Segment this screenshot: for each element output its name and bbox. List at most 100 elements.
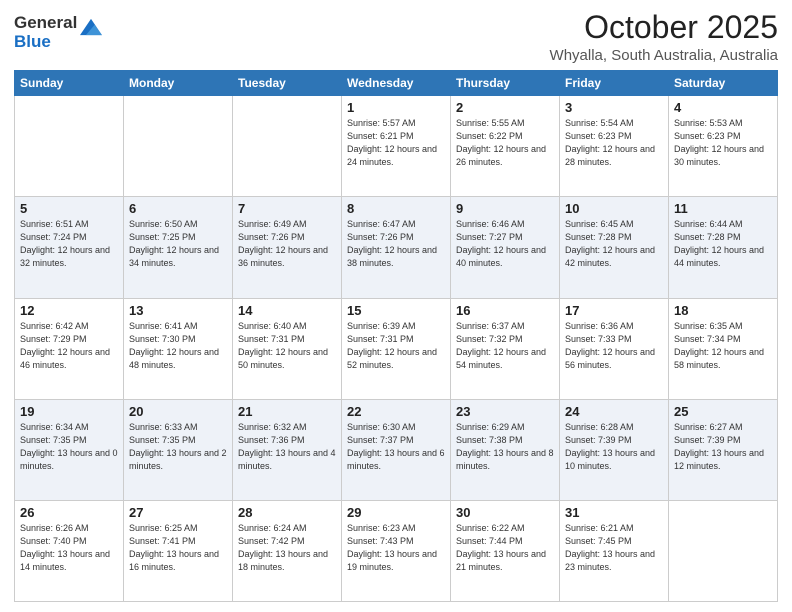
calendar-cell xyxy=(124,96,233,197)
header-row: Sunday Monday Tuesday Wednesday Thursday… xyxy=(15,71,778,96)
week-row-3: 12 Sunrise: 6:42 AM Sunset: 7:29 PM Dayli… xyxy=(15,298,778,399)
day-number: 22 xyxy=(347,404,445,419)
logo-blue: Blue xyxy=(14,33,77,52)
th-friday: Friday xyxy=(560,71,669,96)
logo-general: General xyxy=(14,14,77,33)
calendar-cell: 2 Sunrise: 5:55 AM Sunset: 6:22 PM Daylig… xyxy=(451,96,560,197)
day-info: Sunrise: 6:49 AM Sunset: 7:26 PM Dayligh… xyxy=(238,218,336,270)
calendar-cell: 15Sunrise: 6:39 AM Sunset: 7:31 PM Dayli… xyxy=(342,298,451,399)
calendar-cell: 26Sunrise: 6:26 AM Sunset: 7:40 PM Dayli… xyxy=(15,500,124,601)
day-info: Sunrise: 6:40 AM Sunset: 7:31 PM Dayligh… xyxy=(238,320,336,372)
calendar-table: Sunday Monday Tuesday Wednesday Thursday… xyxy=(14,70,778,602)
day-number: 30 xyxy=(456,505,554,520)
day-number: 10 xyxy=(565,201,663,216)
month-title: October 2025 xyxy=(550,10,778,45)
day-number: 17 xyxy=(565,303,663,318)
day-info: Sunrise: 6:30 AM Sunset: 7:37 PM Dayligh… xyxy=(347,421,445,473)
calendar-cell: 20 Sunrise: 6:33 AM Sunset: 7:35 PM Dayli… xyxy=(124,399,233,500)
day-info: Sunrise: 6:21 AM Sunset: 7:45 PM Dayligh… xyxy=(565,522,663,574)
calendar-cell: 5 Sunrise: 6:51 AM Sunset: 7:24 PM Daylig… xyxy=(15,197,124,298)
day-info: Sunrise: 6:25 AM Sunset: 7:41 PM Dayligh… xyxy=(129,522,227,574)
day-number: 8 xyxy=(347,201,445,216)
day-info: Sunrise: 5:57 AM Sunset: 6:21 PM Dayligh… xyxy=(347,117,445,169)
calendar-cell: 23 Sunrise: 6:29 AM Sunset: 7:38 PM Dayli… xyxy=(451,399,560,500)
header: General Blue October 2025 Whyalla, South… xyxy=(14,10,778,64)
calendar-cell xyxy=(233,96,342,197)
day-info: Sunrise: 6:29 AM Sunset: 7:38 PM Dayligh… xyxy=(456,421,554,473)
day-info: Sunrise: 6:50 AM Sunset: 7:25 PM Dayligh… xyxy=(129,218,227,270)
logo-icon xyxy=(80,16,102,38)
th-monday: Monday xyxy=(124,71,233,96)
day-number: 18 xyxy=(674,303,772,318)
calendar-cell: 16 Sunrise: 6:37 AM Sunset: 7:32 PM Dayli… xyxy=(451,298,560,399)
day-number: 6 xyxy=(129,201,227,216)
day-info: Sunrise: 6:27 AM Sunset: 7:39 PM Dayligh… xyxy=(674,421,772,473)
day-number: 26 xyxy=(20,505,118,520)
day-info: Sunrise: 6:37 AM Sunset: 7:32 PM Dayligh… xyxy=(456,320,554,372)
day-info: Sunrise: 6:32 AM Sunset: 7:36 PM Dayligh… xyxy=(238,421,336,473)
calendar-cell: 4 Sunrise: 5:53 AM Sunset: 6:23 PM Daylig… xyxy=(669,96,778,197)
day-info: Sunrise: 6:35 AM Sunset: 7:34 PM Dayligh… xyxy=(674,320,772,372)
calendar-cell: 27Sunrise: 6:25 AM Sunset: 7:41 PM Dayli… xyxy=(124,500,233,601)
day-number: 7 xyxy=(238,201,336,216)
week-row-1: 1Sunrise: 5:57 AM Sunset: 6:21 PM Daylig… xyxy=(15,96,778,197)
day-number: 28 xyxy=(238,505,336,520)
day-number: 5 xyxy=(20,201,118,216)
calendar-cell: 29Sunrise: 6:23 AM Sunset: 7:43 PM Dayli… xyxy=(342,500,451,601)
week-row-5: 26Sunrise: 6:26 AM Sunset: 7:40 PM Dayli… xyxy=(15,500,778,601)
day-number: 16 xyxy=(456,303,554,318)
th-wednesday: Wednesday xyxy=(342,71,451,96)
day-number: 23 xyxy=(456,404,554,419)
day-number: 9 xyxy=(456,201,554,216)
day-number: 3 xyxy=(565,100,663,115)
th-sunday: Sunday xyxy=(15,71,124,96)
day-info: Sunrise: 6:47 AM Sunset: 7:26 PM Dayligh… xyxy=(347,218,445,270)
calendar-cell: 11Sunrise: 6:44 AM Sunset: 7:28 PM Dayli… xyxy=(669,197,778,298)
calendar-cell: 7 Sunrise: 6:49 AM Sunset: 7:26 PM Daylig… xyxy=(233,197,342,298)
day-info: Sunrise: 6:22 AM Sunset: 7:44 PM Dayligh… xyxy=(456,522,554,574)
th-thursday: Thursday xyxy=(451,71,560,96)
calendar-cell: 30 Sunrise: 6:22 AM Sunset: 7:44 PM Dayli… xyxy=(451,500,560,601)
day-number: 31 xyxy=(565,505,663,520)
calendar-cell: 8 Sunrise: 6:47 AM Sunset: 7:26 PM Daylig… xyxy=(342,197,451,298)
calendar-cell: 10 Sunrise: 6:45 AM Sunset: 7:28 PM Dayli… xyxy=(560,197,669,298)
day-number: 14 xyxy=(238,303,336,318)
calendar-cell: 13Sunrise: 6:41 AM Sunset: 7:30 PM Dayli… xyxy=(124,298,233,399)
day-info: Sunrise: 6:46 AM Sunset: 7:27 PM Dayligh… xyxy=(456,218,554,270)
calendar-cell: 25 Sunrise: 6:27 AM Sunset: 7:39 PM Dayli… xyxy=(669,399,778,500)
day-info: Sunrise: 6:42 AM Sunset: 7:29 PM Dayligh… xyxy=(20,320,118,372)
day-info: Sunrise: 5:53 AM Sunset: 6:23 PM Dayligh… xyxy=(674,117,772,169)
day-number: 12 xyxy=(20,303,118,318)
day-info: Sunrise: 6:51 AM Sunset: 7:24 PM Dayligh… xyxy=(20,218,118,270)
calendar-cell: 1Sunrise: 5:57 AM Sunset: 6:21 PM Daylig… xyxy=(342,96,451,197)
th-saturday: Saturday xyxy=(669,71,778,96)
title-block: October 2025 Whyalla, South Australia, A… xyxy=(550,10,778,64)
day-info: Sunrise: 6:23 AM Sunset: 7:43 PM Dayligh… xyxy=(347,522,445,574)
day-info: Sunrise: 6:24 AM Sunset: 7:42 PM Dayligh… xyxy=(238,522,336,574)
day-info: Sunrise: 6:28 AM Sunset: 7:39 PM Dayligh… xyxy=(565,421,663,473)
calendar-cell xyxy=(15,96,124,197)
day-number: 11 xyxy=(674,201,772,216)
calendar-cell xyxy=(669,500,778,601)
day-info: Sunrise: 5:55 AM Sunset: 6:22 PM Dayligh… xyxy=(456,117,554,169)
calendar-cell: 3Sunrise: 5:54 AM Sunset: 6:23 PM Daylig… xyxy=(560,96,669,197)
day-number: 4 xyxy=(674,100,772,115)
calendar-cell: 17Sunrise: 6:36 AM Sunset: 7:33 PM Dayli… xyxy=(560,298,669,399)
day-number: 25 xyxy=(674,404,772,419)
calendar-cell: 31 Sunrise: 6:21 AM Sunset: 7:45 PM Dayli… xyxy=(560,500,669,601)
logo: General Blue xyxy=(14,14,102,51)
day-info: Sunrise: 6:33 AM Sunset: 7:35 PM Dayligh… xyxy=(129,421,227,473)
page: General Blue October 2025 Whyalla, South… xyxy=(0,0,792,612)
day-number: 19 xyxy=(20,404,118,419)
day-info: Sunrise: 6:34 AM Sunset: 7:35 PM Dayligh… xyxy=(20,421,118,473)
calendar-cell: 12 Sunrise: 6:42 AM Sunset: 7:29 PM Dayli… xyxy=(15,298,124,399)
location-title: Whyalla, South Australia, Australia xyxy=(550,47,778,64)
calendar-cell: 28 Sunrise: 6:24 AM Sunset: 7:42 PM Dayli… xyxy=(233,500,342,601)
day-number: 24 xyxy=(565,404,663,419)
day-info: Sunrise: 6:45 AM Sunset: 7:28 PM Dayligh… xyxy=(565,218,663,270)
day-number: 2 xyxy=(456,100,554,115)
day-number: 20 xyxy=(129,404,227,419)
calendar-cell: 24 Sunrise: 6:28 AM Sunset: 7:39 PM Dayli… xyxy=(560,399,669,500)
day-info: Sunrise: 6:41 AM Sunset: 7:30 PM Dayligh… xyxy=(129,320,227,372)
day-number: 15 xyxy=(347,303,445,318)
